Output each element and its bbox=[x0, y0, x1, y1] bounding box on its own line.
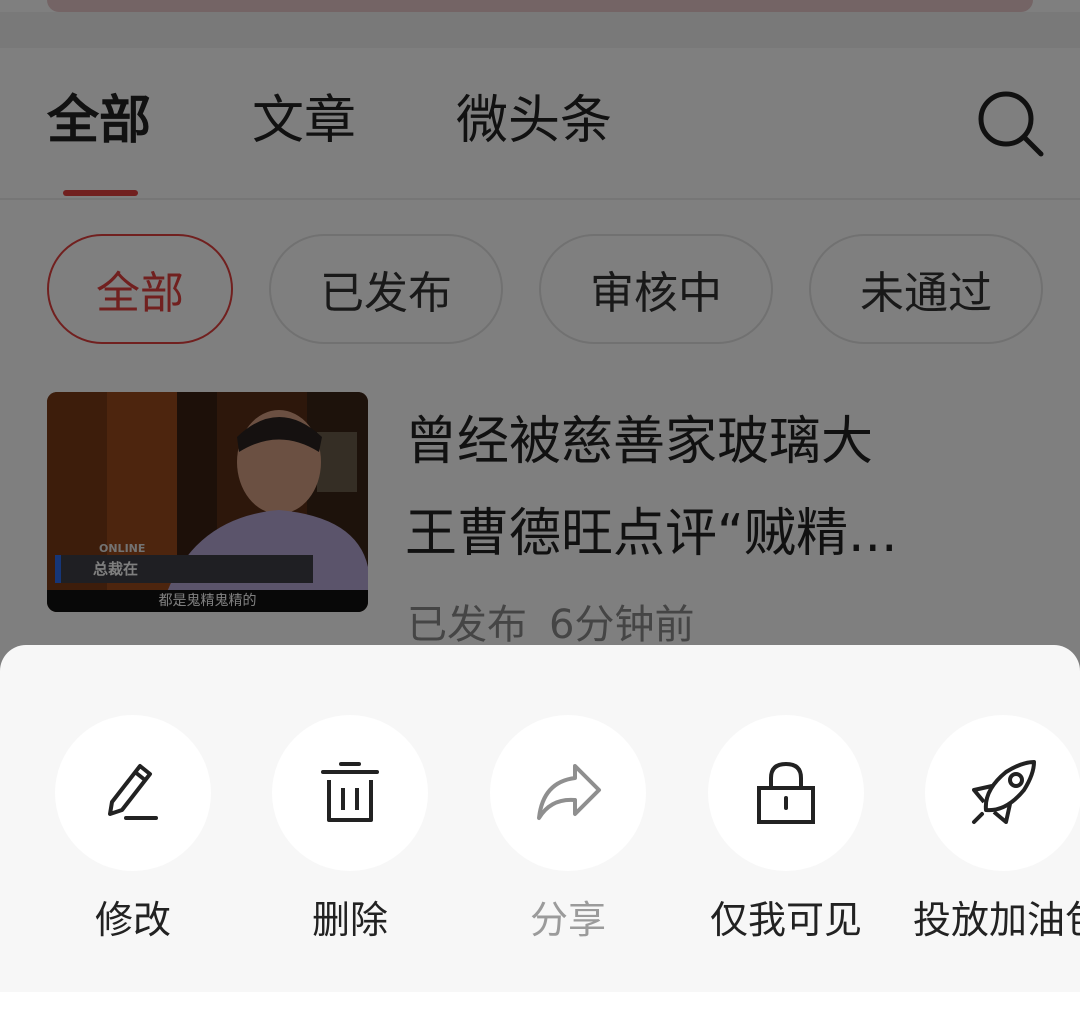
edit-button[interactable]: 修改 bbox=[43, 715, 223, 944]
boost-button-circle bbox=[925, 715, 1080, 871]
trash-icon bbox=[321, 762, 379, 822]
boost-label: 投放加油包 bbox=[913, 898, 1080, 942]
bottom-safe-area bbox=[0, 992, 1080, 1012]
private-button[interactable]: 仅我可见 bbox=[696, 715, 876, 944]
share-label: 分享 bbox=[529, 898, 606, 942]
boost-button[interactable]: 投放加油包 bbox=[913, 715, 1080, 944]
edit-button-circle bbox=[55, 715, 211, 871]
share-button-circle bbox=[490, 715, 646, 871]
private-label: 仅我可见 bbox=[709, 898, 862, 942]
delete-button[interactable]: 删除 bbox=[260, 715, 440, 944]
private-button-circle bbox=[708, 715, 864, 871]
delete-button-circle bbox=[272, 715, 428, 871]
rocket-icon bbox=[972, 760, 1036, 824]
share-button[interactable]: 分享 bbox=[478, 715, 658, 944]
delete-label: 删除 bbox=[311, 898, 388, 942]
pencil-icon bbox=[108, 764, 158, 820]
lock-icon bbox=[757, 761, 815, 824]
action-sheet: 修改 删除 分享 仅我可见 投放加油 bbox=[0, 645, 1080, 992]
edit-label: 修改 bbox=[94, 898, 171, 942]
share-icon bbox=[537, 764, 601, 820]
